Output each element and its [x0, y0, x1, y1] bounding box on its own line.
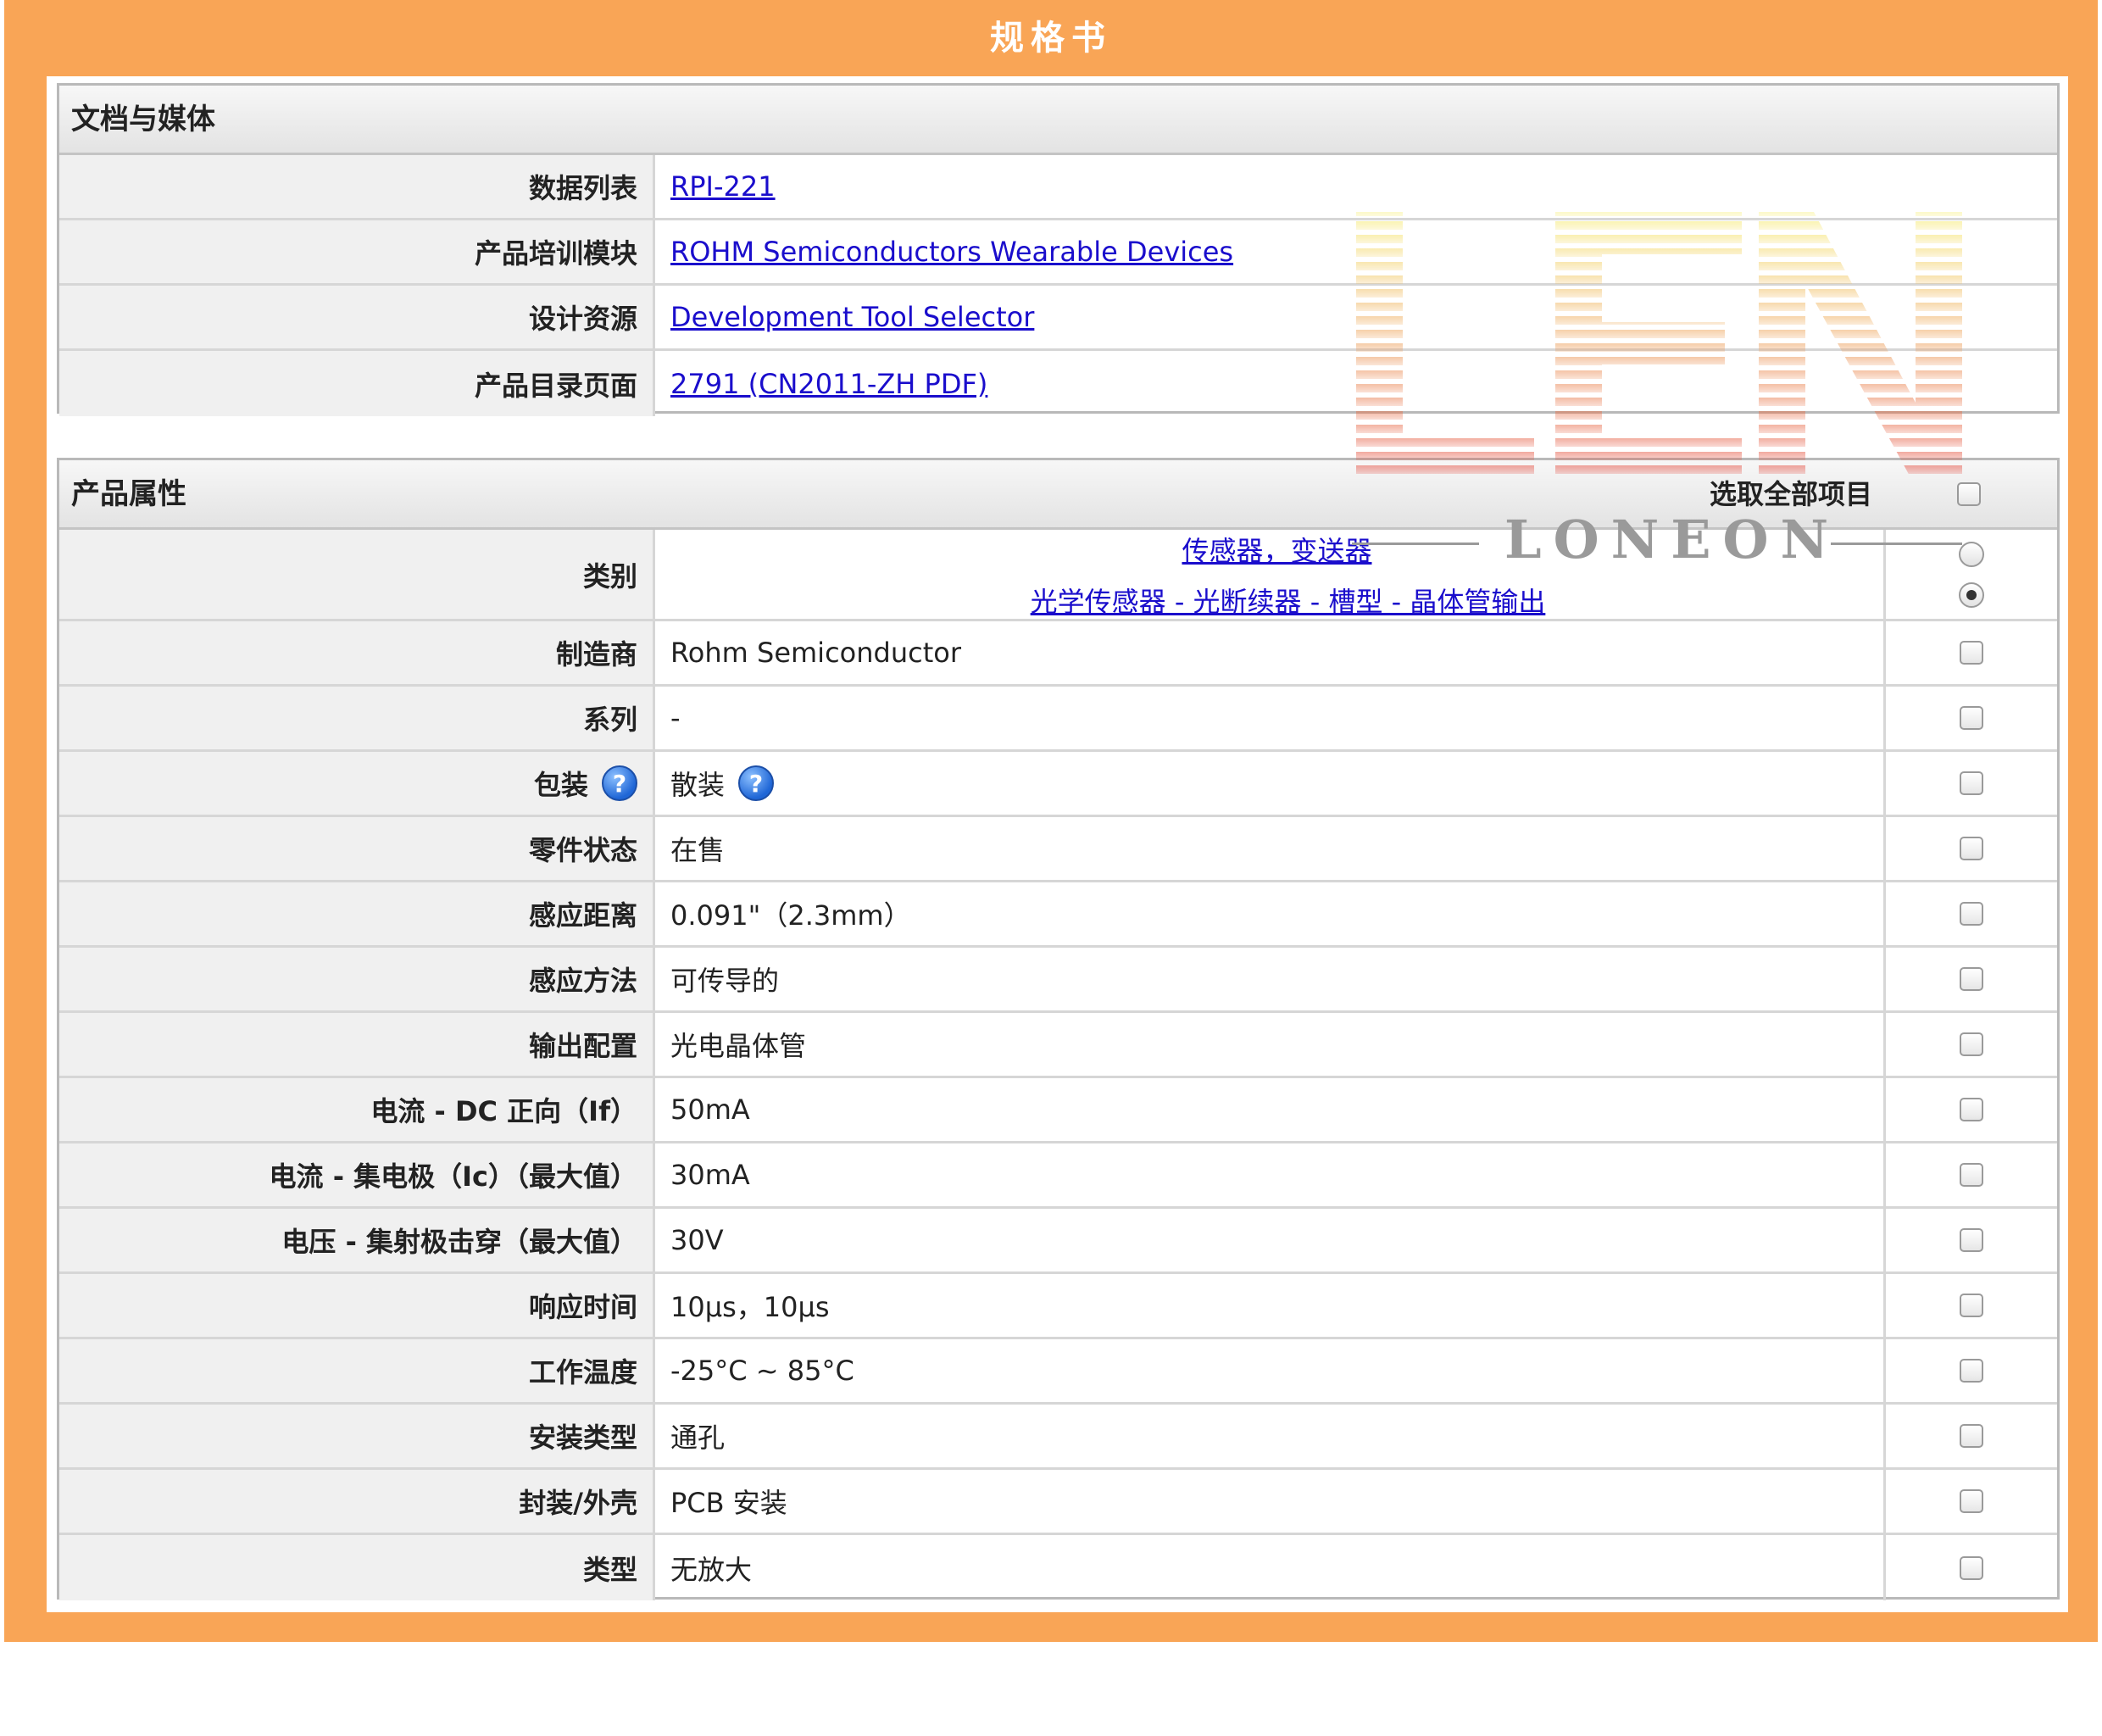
attr-row: 电压 - 集射极击穿（最大值） 30V — [59, 1209, 2057, 1274]
doc-label: 产品培训模块 — [59, 220, 655, 283]
attr-checkbox[interactable] — [1960, 1163, 1983, 1187]
attr-checkbox[interactable] — [1960, 967, 1983, 991]
attr-row: 感应方法 可传导的 — [59, 948, 2057, 1013]
doc-label: 设计资源 — [59, 286, 655, 348]
category-radio-sensors[interactable] — [1959, 541, 1984, 567]
attr-label: 包装 — [533, 769, 588, 801]
attr-value: Rohm Semiconductor — [655, 621, 1886, 684]
attr-value: 0.091"（2.3mm） — [655, 882, 1886, 945]
attr-label-cell: 包装 ? — [59, 752, 655, 815]
attr-checkbox[interactable] — [1960, 1228, 1983, 1252]
attr-label: 电流 - DC 正向（If） — [59, 1078, 655, 1141]
attr-label: 零件状态 — [59, 817, 655, 880]
attr-row: 电流 - 集电极（Ic）（最大值） 30mA — [59, 1143, 2057, 1209]
attr-label: 安装类型 — [59, 1405, 655, 1467]
attr-checkbox[interactable] — [1960, 1489, 1983, 1513]
category-radio-optical[interactable] — [1959, 581, 1984, 608]
attr-row-packaging: 包装 ? 散装 ? — [59, 752, 2057, 817]
attr-row: 输出配置 光电晶体管 — [59, 1013, 2057, 1078]
attr-label: 制造商 — [59, 621, 655, 684]
attr-row: 制造商 Rohm Semiconductor — [59, 621, 2057, 687]
attr-value: 散装 — [670, 769, 726, 801]
attr-value: PCB 安装 — [655, 1470, 1886, 1533]
attr-checkbox[interactable] — [1960, 902, 1983, 926]
attr-label: 工作温度 — [59, 1339, 655, 1402]
training-module-link[interactable]: ROHM Semiconductors Wearable Devices — [670, 236, 1233, 268]
attr-row-category: 类别 传感器，变送器 光学传感器 - 光断续器 - 槽型 - 晶体管输出 — [59, 530, 2057, 621]
attr-label: 系列 — [59, 687, 655, 749]
attr-row: 感应距离 0.091"（2.3mm） — [59, 882, 2057, 948]
attr-label: 电流 - 集电极（Ic）（最大值） — [59, 1143, 655, 1206]
category-link-sensors[interactable]: 传感器，变送器 — [1182, 530, 1371, 569]
attr-label: 感应距离 — [59, 882, 655, 945]
attr-checkbox[interactable] — [1960, 1555, 1983, 1580]
attr-value: -25°C ~ 85°C — [655, 1339, 1886, 1402]
attr-value: - — [655, 687, 1886, 749]
attr-row: 零件状态 在售 — [59, 817, 2057, 882]
banner-title: 规格书 — [990, 19, 1112, 58]
attr-value: 30mA — [655, 1143, 1886, 1206]
attr-row: 封装/外壳 PCB 安装 — [59, 1470, 2057, 1535]
attr-row: 类型 无放大 — [59, 1535, 2057, 1600]
attr-checkbox[interactable] — [1960, 641, 1983, 665]
attr-value: 通孔 — [655, 1405, 1886, 1467]
content-area: 文档与媒体 数据列表 RPI-221 产品培训模块 ROHM Semicondu… — [47, 76, 2068, 1612]
docs-media-header: 文档与媒体 — [59, 86, 2057, 155]
attr-label: 感应方法 — [59, 948, 655, 1010]
select-all-label: 选取全部项目 — [1709, 478, 1872, 510]
attr-checkbox[interactable] — [1960, 1294, 1983, 1317]
help-icon[interactable]: ? — [602, 765, 637, 801]
attr-checkbox[interactable] — [1960, 706, 1983, 730]
attr-row: 系列 - — [59, 687, 2057, 752]
attr-row: 工作温度 -25°C ~ 85°C — [59, 1339, 2057, 1405]
attr-checkbox[interactable] — [1960, 1359, 1983, 1383]
attr-value: 在售 — [655, 817, 1886, 880]
attr-checkbox[interactable] — [1960, 1032, 1983, 1056]
attr-value-cell: 散装 ? — [655, 752, 1886, 815]
product-attributes-panel: 产品属性 选取全部项目 类别 传感器，变送器 光学传感器 - 光断续器 - 槽型… — [57, 458, 2060, 1600]
attr-value: 50mA — [655, 1078, 1886, 1141]
catalog-page-link[interactable]: 2791 (CN2011-ZH PDF) — [670, 368, 987, 400]
attr-checkbox[interactable] — [1960, 837, 1983, 860]
product-attributes-header: 产品属性 选取全部项目 — [59, 460, 2057, 530]
product-attributes-title: 产品属性 — [71, 477, 186, 511]
attr-checkbox[interactable] — [1960, 771, 1983, 795]
attr-row: 安装类型 通孔 — [59, 1405, 2057, 1470]
doc-row-design: 设计资源 Development Tool Selector — [59, 286, 2057, 351]
attr-value: 可传导的 — [655, 948, 1886, 1010]
help-icon[interactable]: ? — [738, 765, 775, 801]
doc-row-catalog: 产品目录页面 2791 (CN2011-ZH PDF) — [59, 351, 2057, 416]
attr-row: 电流 - DC 正向（If） 50mA — [59, 1078, 2057, 1143]
doc-row-datasheet: 数据列表 RPI-221 — [59, 155, 2057, 220]
doc-row-training: 产品培训模块 ROHM Semiconductors Wearable Devi… — [59, 220, 2057, 286]
attr-label: 类别 — [59, 530, 655, 619]
select-all-checkbox[interactable] — [1957, 482, 1981, 506]
attr-checkbox[interactable] — [1960, 1098, 1983, 1121]
attr-label: 输出配置 — [59, 1013, 655, 1076]
datasheet-link[interactable]: RPI-221 — [670, 170, 776, 203]
attr-value: 10µs，10µs — [655, 1274, 1886, 1337]
doc-label: 数据列表 — [59, 155, 655, 218]
attr-label: 类型 — [59, 1535, 655, 1600]
attr-value: 无放大 — [655, 1535, 1886, 1600]
docs-media-panel: 文档与媒体 数据列表 RPI-221 产品培训模块 ROHM Semicondu… — [57, 83, 2060, 416]
attr-value: 30V — [655, 1209, 1886, 1271]
design-resource-link[interactable]: Development Tool Selector — [670, 301, 1034, 333]
attr-checkbox[interactable] — [1960, 1424, 1983, 1448]
docs-media-title: 文档与媒体 — [71, 103, 215, 136]
page-frame: 规格书 文档与媒体 数据列表 RPI-221 产品培训模块 ROHM Semic… — [4, 0, 2098, 1642]
attr-label: 电压 - 集射极击穿（最大值） — [59, 1209, 655, 1271]
doc-label: 产品目录页面 — [59, 351, 655, 416]
attr-label: 封装/外壳 — [59, 1470, 655, 1533]
category-link-optical[interactable]: 光学传感器 - 光断续器 - 槽型 - 晶体管输出 — [1009, 581, 1546, 620]
attr-value: 光电晶体管 — [655, 1013, 1886, 1076]
attr-row: 响应时间 10µs，10µs — [59, 1274, 2057, 1339]
attr-label: 响应时间 — [59, 1274, 655, 1337]
